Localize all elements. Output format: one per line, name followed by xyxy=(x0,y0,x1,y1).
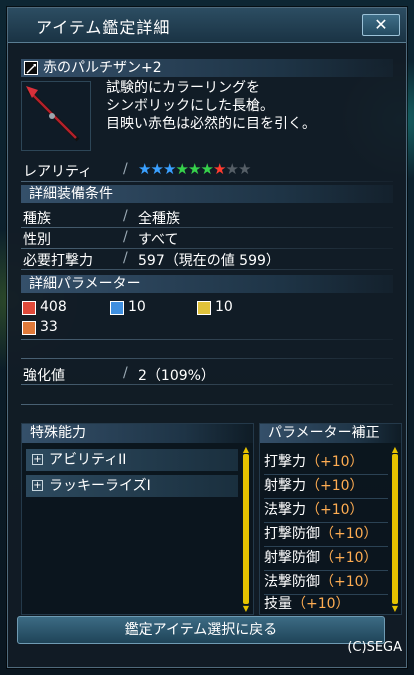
bonus-value: （+10） xyxy=(306,478,364,494)
item-description: 試験的にカラーリングを シンボリックにした長槍。 目映い赤色は必然的に目を引く。 xyxy=(106,79,316,133)
bonus-scrollbar[interactable]: ▲ ▼ xyxy=(391,446,399,613)
bonus-label: 射撃防御 xyxy=(264,550,320,566)
window-title: アイテム鑑定詳細 xyxy=(36,18,171,37)
bonus-label: 法撃力 xyxy=(264,502,306,518)
enhance-label: 強化値 xyxy=(23,368,65,384)
item-name-bar: 赤のパルチザン+2 xyxy=(21,59,393,77)
item-image xyxy=(21,81,91,151)
bonus-value: （+10） xyxy=(320,526,378,542)
rarity-stars: ★★★★★★★★★ xyxy=(138,159,252,178)
requirements-header: 詳細装備条件 xyxy=(21,185,393,203)
separator: / xyxy=(123,229,128,245)
divider xyxy=(21,248,393,249)
special-abilities-header: 特殊能力 xyxy=(22,424,253,443)
rarity-star-icon: ★ xyxy=(175,160,189,178)
separator: / xyxy=(123,250,128,266)
race-label: 種族 xyxy=(23,211,51,227)
rarity-label: レアリティ xyxy=(23,164,93,180)
separator: / xyxy=(123,208,128,224)
rarity-star-icon: ★ xyxy=(163,160,177,178)
separator: / xyxy=(123,365,128,381)
scroll-thumb[interactable] xyxy=(243,454,249,604)
divider xyxy=(21,227,393,228)
scroll-thumb[interactable] xyxy=(392,454,398,604)
partisan-weapon-icon xyxy=(24,61,38,75)
ability-item[interactable]: + ラッキーライズI xyxy=(26,475,238,497)
bonus-row: 打撃力（+10） xyxy=(264,450,388,475)
bonus-value: （+10） xyxy=(320,550,378,566)
divider xyxy=(21,384,393,385)
bonus-value: （+10） xyxy=(292,596,350,612)
gender-label: 性別 xyxy=(23,232,51,248)
ability-item[interactable]: + アビリティII xyxy=(26,449,238,471)
copyright: (C)SEGA xyxy=(347,640,402,655)
rarity-star-icon: ★ xyxy=(138,160,152,178)
rarity-star-icon: ★ xyxy=(225,160,239,178)
sword-attack-icon xyxy=(22,301,36,315)
parameter-bonus-header: パラメーター補正 xyxy=(260,424,401,443)
parameter-bonus-panel: パラメーター補正 打撃力（+10） 射撃力（+10） 法撃力（+10） 打撃防御… xyxy=(259,423,402,615)
stat-value: 33 xyxy=(40,319,58,335)
rarity-star-icon: ★ xyxy=(150,160,164,178)
rarity-star-icon: ★ xyxy=(200,160,214,178)
title-bar: アイテム鑑定詳細 ✕ xyxy=(8,8,406,43)
tech-attack-icon xyxy=(197,301,211,315)
expand-icon[interactable]: + xyxy=(32,454,43,465)
enhance-value: 2（109%） xyxy=(138,368,215,384)
bonus-label: 技量 xyxy=(264,596,292,612)
bonus-row: 法撃防御（+10） xyxy=(264,570,388,595)
rarity-star-icon: ★ xyxy=(238,160,252,178)
stat-value: 408 xyxy=(40,299,67,315)
description-line: シンボリックにした長槍。 xyxy=(106,98,274,114)
bonus-value: （+10） xyxy=(306,502,364,518)
rarity-star-icon: ★ xyxy=(213,160,227,178)
close-button[interactable]: ✕ xyxy=(362,14,400,36)
bonus-row: 法撃力（+10） xyxy=(264,498,388,523)
appraisal-detail-window: アイテム鑑定詳細 ✕ 赤のパルチザン+2 試験的にカラーリングを シンボリックに… xyxy=(7,7,407,668)
scroll-down-icon[interactable]: ▼ xyxy=(391,605,399,613)
divider xyxy=(21,339,393,340)
stat-value: 10 xyxy=(128,299,146,315)
bonus-label: 打撃防御 xyxy=(264,526,320,542)
bonus-row: 射撃防御（+10） xyxy=(264,546,388,571)
race-value: 全種族 xyxy=(138,211,180,227)
parameters-header: 詳細パラメーター xyxy=(21,275,393,293)
bonus-value: （+10） xyxy=(320,574,378,590)
bonus-label: 射撃力 xyxy=(264,478,306,494)
bonus-row: 打撃防御（+10） xyxy=(264,522,388,547)
gender-value: すべて xyxy=(138,232,179,248)
dexterity-icon xyxy=(22,321,36,335)
divider xyxy=(21,404,393,405)
bonus-row: 技量（+10） xyxy=(264,594,388,614)
expand-icon[interactable]: + xyxy=(32,480,43,491)
divider xyxy=(21,181,393,182)
special-abilities-panel: 特殊能力 + アビリティII + ラッキーライズI ▲ ▼ xyxy=(21,423,254,615)
scroll-up-icon[interactable]: ▲ xyxy=(242,446,250,454)
ability-label: アビリティII xyxy=(49,452,127,468)
divider xyxy=(21,358,393,359)
required-attack-label: 必要打撃力 xyxy=(23,253,93,269)
rarity-star-icon: ★ xyxy=(188,160,202,178)
ranged-attack-icon xyxy=(110,301,124,315)
bonus-value: （+10） xyxy=(306,454,364,470)
separator: / xyxy=(123,161,128,177)
stat-value: 10 xyxy=(215,299,233,315)
abilities-scrollbar[interactable]: ▲ ▼ xyxy=(242,446,250,613)
divider xyxy=(21,269,393,270)
bonus-row: 射撃力（+10） xyxy=(264,474,388,499)
description-line: 試験的にカラーリングを xyxy=(106,80,260,96)
scroll-down-icon[interactable]: ▼ xyxy=(242,605,250,613)
return-to-selection-button[interactable]: 鑑定アイテム選択に戻る xyxy=(17,616,385,644)
description-line: 目映い赤色は必然的に目を引く。 xyxy=(106,116,316,132)
bonus-label: 打撃力 xyxy=(264,454,306,470)
ability-label: ラッキーライズI xyxy=(49,478,151,494)
required-attack-value: 597（現在の値 599） xyxy=(138,253,280,269)
bonus-label: 法撃防御 xyxy=(264,574,320,590)
scroll-up-icon[interactable]: ▲ xyxy=(391,446,399,454)
item-name: 赤のパルチザン+2 xyxy=(43,60,162,76)
